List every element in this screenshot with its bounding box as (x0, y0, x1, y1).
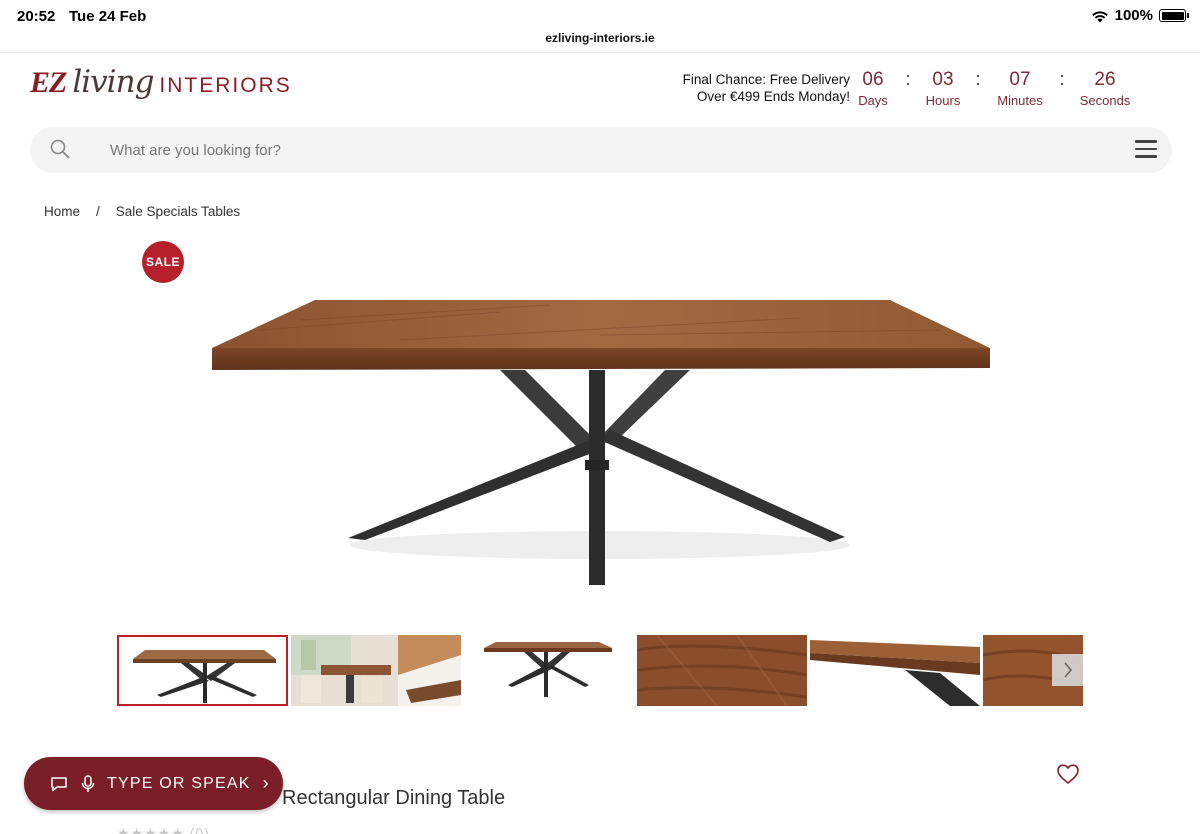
thumbnail-image (464, 635, 634, 706)
thumbnail-image (119, 637, 286, 704)
address-bar[interactable]: ezliving-interiors.ie (0, 31, 1200, 45)
countdown-label: Days (858, 93, 888, 108)
status-bar: 20:52 Tue 24 Feb 100% (0, 0, 1200, 32)
thumbnail-2[interactable] (291, 635, 461, 706)
breadcrumb-separator: / (96, 204, 100, 219)
logo-living: living (72, 64, 154, 100)
promo-text: Final Chance: Free Delivery Over €499 En… (660, 71, 850, 105)
menu-icon[interactable] (1135, 140, 1159, 160)
countdown-value: 03 (932, 69, 954, 90)
countdown-separator: : (905, 69, 911, 89)
breadcrumb-home[interactable]: Home (44, 204, 80, 219)
countdown-minutes: 07 Minutes (989, 68, 1051, 108)
promo-line-2: Over €499 Ends Monday! (696, 89, 850, 104)
search-icon[interactable] (50, 139, 70, 159)
countdown-label: Hours (925, 93, 961, 108)
breadcrumb-current[interactable]: Sale Specials Tables (116, 204, 240, 219)
thumbnail-3[interactable] (464, 635, 634, 706)
countdown-value: 06 (862, 69, 884, 90)
sale-badge: SALE (142, 241, 184, 283)
thumbnail-image (291, 635, 461, 706)
status-time: 20:52 (17, 8, 56, 25)
status-date: Tue 24 Feb (69, 8, 147, 25)
chevron-right-icon (1063, 662, 1072, 678)
thumbnail-strip (117, 635, 1083, 706)
thumbnail-5[interactable] (810, 635, 980, 706)
battery-percentage: 100% (1114, 7, 1153, 24)
countdown-label: Minutes (997, 93, 1043, 108)
chat-icon (51, 776, 67, 791)
thumbnail-next-button[interactable] (1052, 654, 1083, 686)
product-rating: ★★★★★ (0) (117, 825, 210, 834)
countdown-separator: : (1059, 69, 1065, 89)
countdown-separator: : (975, 69, 981, 89)
countdown-timer: 06 Days : 03 Hours : 07 Minutes : 26 Sec… (849, 68, 1137, 108)
countdown-value: 07 (1009, 69, 1031, 90)
heart-icon[interactable] (1056, 763, 1080, 785)
countdown-seconds: 26 Seconds (1073, 68, 1137, 108)
logo-interiors: INTERIORS (159, 74, 292, 97)
countdown-days: 06 Days (849, 68, 897, 108)
mic-icon (81, 774, 95, 792)
assistant-label: TYPE OR SPEAK (107, 774, 251, 792)
divider (0, 52, 1200, 53)
thumbnail-image (810, 635, 980, 706)
type-or-speak-button[interactable]: TYPE OR SPEAK › (24, 757, 283, 810)
thumbnail-4[interactable] (637, 635, 807, 706)
thumbnail-image (637, 635, 807, 706)
search-bar[interactable] (30, 127, 1172, 173)
promo-line-1: Final Chance: Free Delivery (682, 72, 850, 87)
rating-count: (0) (189, 825, 210, 834)
site-logo[interactable]: EZ living INTERIORS (30, 64, 292, 100)
logo-ez: EZ (30, 66, 67, 99)
search-input[interactable] (110, 127, 1010, 173)
wifi-icon (1091, 10, 1108, 22)
breadcrumb: Home / Sale Specials Tables (44, 204, 240, 219)
product-main-image[interactable] (200, 290, 1000, 600)
battery-icon (1159, 9, 1189, 22)
countdown-value: 26 (1094, 69, 1116, 90)
product-title: Rectangular Dining Table (282, 787, 506, 809)
chevron-right-icon: › (262, 773, 269, 793)
countdown-label: Seconds (1079, 93, 1131, 108)
countdown-hours: 03 Hours (919, 68, 967, 108)
status-indicators: 100% (1091, 7, 1189, 24)
thumbnail-1[interactable] (117, 635, 288, 706)
